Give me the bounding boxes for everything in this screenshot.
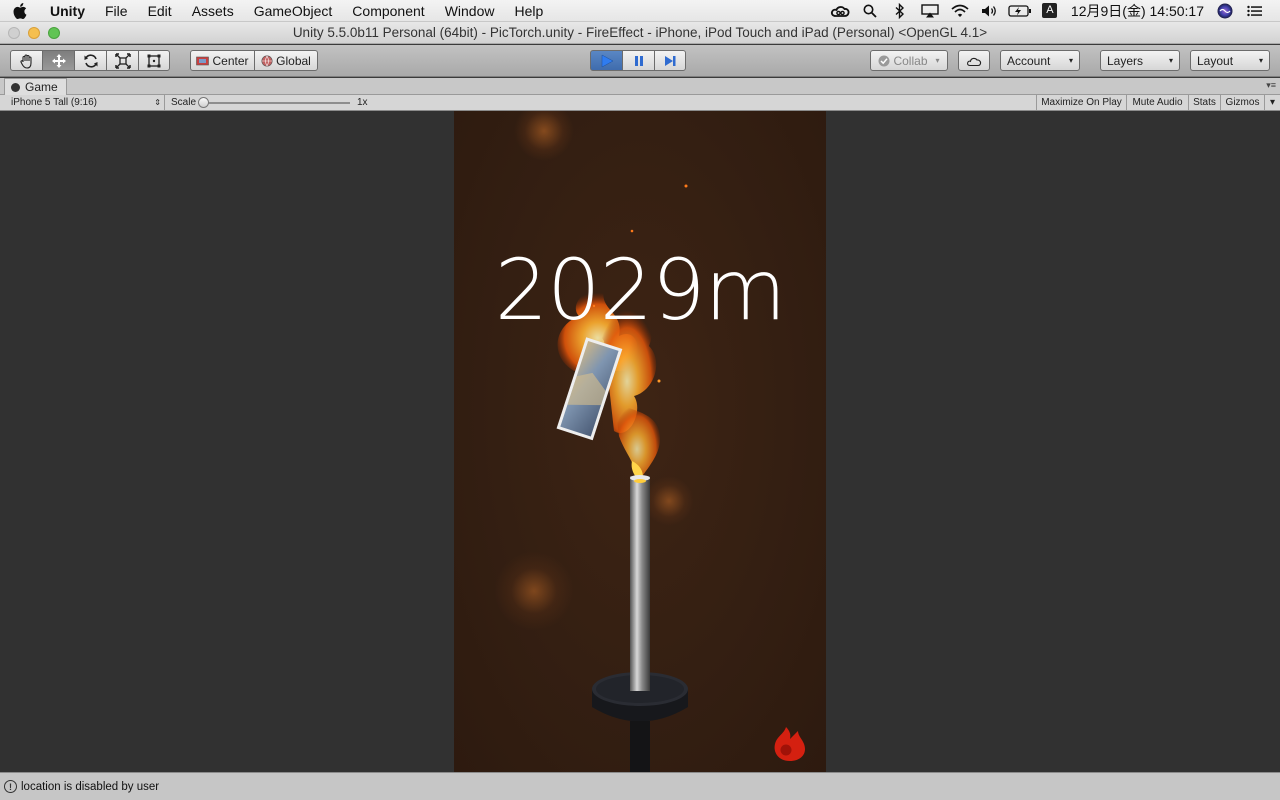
input-source-icon[interactable]: A [1035,0,1065,22]
unity-toolbar: Center Global Collab ▾ Account ▾ Layers … [0,45,1280,77]
notification-center-icon[interactable] [1240,0,1270,22]
airplay-icon[interactable] [915,0,945,22]
info-icon: ! [4,780,17,793]
rotate-tool-button[interactable] [74,50,107,71]
play-icon [601,54,614,67]
panel-tab-bar: Game ▾≡ [0,78,1280,95]
hand-tool-button[interactable] [10,50,43,71]
window-zoom-button[interactable] [48,27,60,39]
torch-scene [556,184,688,772]
distance-counter: 2029m [494,241,787,339]
game-viewport: 2029m [0,111,1280,772]
collab-dropdown[interactable]: Collab ▾ [870,50,948,71]
checkmark-circle-icon [878,55,890,66]
scale-tool-button[interactable] [106,50,139,71]
layout-label: Layout [1197,53,1234,68]
chevron-down-icon: ▾ [1168,56,1173,65]
menu-app-unity[interactable]: Unity [40,0,95,22]
cloud-icon [966,57,982,66]
menu-help[interactable]: Help [504,0,553,22]
input-source-label: A [1042,3,1058,18]
console-status-bar[interactable]: ! location is disabled by user [0,772,1280,800]
hand-icon [19,53,32,69]
rotate-icon [84,53,97,68]
maximize-on-play-toggle[interactable]: Maximize On Play [1036,95,1126,110]
stats-toggle[interactable]: Stats [1188,95,1220,110]
layers-label: Layers [1107,53,1144,68]
siri-icon[interactable] [1210,0,1240,22]
rect-tool-button[interactable] [138,50,170,71]
menu-component[interactable]: Component [342,0,434,22]
spotlight-search-icon[interactable] [855,0,885,22]
globe-icon [261,55,273,66]
scale-value: 1x [357,97,368,108]
menu-edit[interactable]: Edit [138,0,182,22]
layers-dropdown[interactable]: Layers ▾ [1100,50,1180,71]
account-label: Account [1007,53,1051,68]
window-close-button[interactable] [8,27,20,39]
aspect-ratio-label: iPhone 5 Tall (9:16) [11,97,97,108]
pivot-mode-toggle[interactable]: Center [190,50,255,71]
window-minimize-button[interactable] [28,27,40,39]
layout-dropdown[interactable]: Layout ▾ [1190,50,1270,71]
gizmos-toggle[interactable]: Gizmos [1220,95,1264,110]
menu-file[interactable]: File [95,0,138,22]
bluetooth-icon[interactable] [885,0,915,22]
wifi-icon[interactable] [945,0,975,22]
chevron-down-icon: ▾ [1068,56,1073,65]
updown-arrows-icon: ⇕ [154,98,161,107]
window-title-bar: Unity 5.5.0b11 Personal (64bit) - PicTor… [0,22,1280,44]
pivot-mode-label: Center [212,53,249,68]
status-message: location is disabled by user [21,780,160,793]
menu-gameobject[interactable]: GameObject [244,0,343,22]
volume-icon[interactable] [975,0,1005,22]
game-view-controls: iPhone 5 Tall (9:16) ⇕ Scale 1x Maximize… [0,95,1280,111]
step-icon [665,55,676,66]
pause-icon [634,55,643,66]
scale-arrows-icon [114,52,131,69]
window-title: Unity 5.5.0b11 Personal (64bit) - PicTor… [292,24,988,40]
scale-label: Scale [171,97,197,108]
apple-menu-icon[interactable] [0,0,40,22]
chevron-down-icon: ▾ [1258,56,1263,65]
account-dropdown[interactable]: Account ▾ [1000,50,1080,71]
tab-game[interactable]: Game [4,78,67,95]
rect-tool-icon [147,54,161,67]
tab-game-label: Game [25,80,58,94]
chevron-down-icon: ▾ [935,56,940,65]
scale-slider-handle[interactable] [198,97,209,108]
play-button[interactable] [590,50,623,71]
collab-label: Collab [893,53,928,68]
cloud-services-button[interactable] [958,50,990,71]
gizmos-dropdown-arrow[interactable]: ▾ [1264,95,1280,110]
pivot-center-icon [196,56,210,65]
menu-bar: Unity File Edit Assets GameObject Compon… [0,0,1280,22]
pause-button[interactable] [622,50,655,71]
battery-charging-icon[interactable] [1005,0,1035,22]
step-button[interactable] [654,50,686,71]
torch [592,475,688,772]
move-tool-button[interactable] [42,50,75,71]
panel-menu-icon[interactable]: ▾≡ [1266,80,1276,91]
menubar-clock[interactable]: 12月9日(金) 14:50:17 [1065,1,1210,21]
scale-slider-track[interactable] [202,102,350,104]
mute-audio-toggle[interactable]: Mute Audio [1126,95,1188,110]
creative-cloud-icon[interactable] [825,0,855,22]
aspect-ratio-dropdown[interactable]: iPhone 5 Tall (9:16) ⇕ [0,95,165,110]
menu-assets[interactable]: Assets [182,0,244,22]
flame-logo-icon[interactable] [772,723,808,763]
game-controller-icon [11,82,20,92]
pivot-rotation-label: Global [276,53,311,68]
pivot-rotation-toggle[interactable]: Global [254,50,318,71]
menu-window[interactable]: Window [435,0,505,22]
game-screen[interactable]: 2029m [454,111,826,772]
move-arrows-icon [51,53,66,68]
